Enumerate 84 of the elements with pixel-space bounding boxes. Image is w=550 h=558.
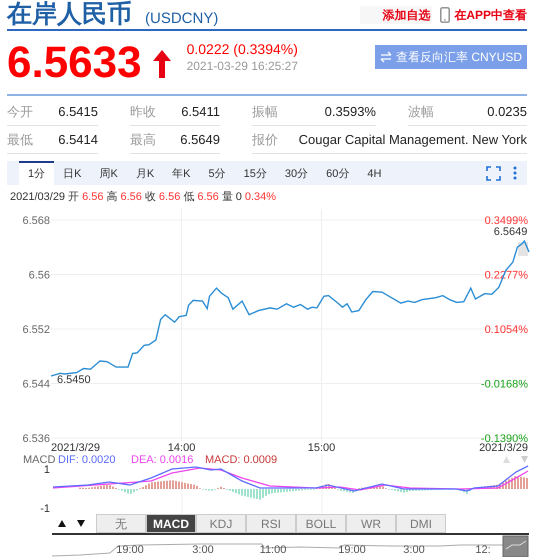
stat-label: 最高 <box>130 130 156 149</box>
period-tab[interactable]: 30分 <box>276 161 318 185</box>
y-axis-label: 6.56 <box>28 270 50 282</box>
fullscreen-icon <box>486 166 501 180</box>
stat-value: 6.5649 <box>180 130 220 149</box>
down-triangle-icon <box>76 520 84 527</box>
navigator-time-label: 19:00 <box>338 544 366 556</box>
stat-label: 波幅 <box>408 102 434 121</box>
stat-label: 昨收 <box>130 102 156 121</box>
indicator-tab[interactable]: KDJ <box>196 514 246 533</box>
y-axis-label: 6.568 <box>22 215 50 227</box>
period-tab[interactable]: 4H <box>358 161 390 185</box>
period-tab[interactable]: 1分 <box>19 161 54 185</box>
ohlc-label: 开 <box>68 190 80 205</box>
period-tab[interactable]: 日K <box>54 161 90 185</box>
ohlc-value: 6.56 <box>197 190 219 205</box>
action-link[interactable]: 在APP中查看 <box>440 6 527 24</box>
more-icon <box>513 166 517 180</box>
stat-value: 0.0235 <box>487 102 527 121</box>
legend-item: DIF: 0.0020 <box>58 454 116 466</box>
stat-label: 今开 <box>7 102 33 121</box>
x-axis-label: 15:00 <box>308 442 336 453</box>
up-triangle-icon <box>58 520 66 527</box>
macd-label: MACD <box>23 454 56 466</box>
arrow-up-icon <box>152 49 172 79</box>
ohlc-value: 6.56 <box>158 190 180 205</box>
range-handle[interactable] <box>502 536 528 557</box>
percent-axis-label: -0.0168% <box>480 378 528 390</box>
stat-label: 最低 <box>7 130 33 149</box>
y-axis-label: 6.536 <box>22 433 50 445</box>
navigator-time-label: 11:00 <box>260 544 286 556</box>
legend-item: DEA: 0.0016 <box>131 454 194 466</box>
period-tab[interactable]: 周K <box>90 161 127 185</box>
ohlc-label: 高 <box>106 190 118 205</box>
y-axis-label: 1 <box>44 464 50 476</box>
stat-value: 6.5415 <box>58 102 98 121</box>
ohlc-label: 量 <box>222 190 233 205</box>
percent-axis-label: 0.1054% <box>484 324 528 336</box>
symbol-code: (USDCNY) <box>145 11 218 26</box>
indicator-tab[interactable]: 无 <box>96 514 146 533</box>
navigator-time-label: 19:00 <box>116 544 144 556</box>
stat-value: 6.5411 <box>181 102 220 121</box>
period-tab[interactable]: 60分 <box>317 161 358 185</box>
ohlc-change: 0.34% <box>244 190 276 205</box>
y-axis-label: 6.552 <box>22 324 50 336</box>
price-value: 6.5633 <box>7 41 142 85</box>
stat-label: 振幅 <box>252 102 278 121</box>
phone-icon <box>440 7 450 23</box>
indicator-tab[interactable]: BOLL <box>296 514 346 533</box>
x-axis-label: 2021/3/29 <box>479 442 528 453</box>
period-tab[interactable]: 年K <box>163 161 200 185</box>
swap-icon <box>380 51 392 63</box>
ohlc-value: 6.56 <box>120 190 142 205</box>
indicator-tab[interactable]: DMI <box>396 514 446 533</box>
ohlc-value: 6.56 <box>82 190 104 205</box>
page-title: 在岸人民币 <box>7 2 132 27</box>
action-link[interactable]: 添加自选 <box>360 6 432 24</box>
stat-label: 报价 <box>252 130 278 149</box>
y-axis-label: -1 <box>40 503 50 513</box>
stat-value: 0.3593% <box>324 102 376 121</box>
period-tab[interactable]: 月K <box>126 161 164 185</box>
price-annotation: 6.5649 <box>494 226 528 238</box>
legend-item: MACD: 0.0009 <box>205 454 278 466</box>
ohlc-date: 2021/03/29 <box>10 190 66 205</box>
navigator-time-label: 12: <box>475 544 491 556</box>
stat-value: Cougar Capital Management. New York <box>298 130 527 149</box>
indicator-tab[interactable]: WR <box>346 514 396 533</box>
navigator-time-label: 3:00 <box>192 544 214 556</box>
ohlc-label: 低 <box>183 190 194 205</box>
percent-axis-label: 0.3499% <box>484 215 528 227</box>
x-axis-label: 2021/3/29 <box>51 442 100 453</box>
price-change: 0.0222 (0.3394%) <box>186 41 298 58</box>
navigator-time-label: 3:00 <box>403 544 425 556</box>
period-tab[interactable]: 5分 <box>200 161 235 185</box>
price-annotation: 6.5450 <box>57 374 91 386</box>
period-tab[interactable]: 15分 <box>234 161 276 185</box>
y-axis-label: 6.544 <box>22 378 50 390</box>
indicator-tab[interactable]: RSI <box>246 514 296 533</box>
x-axis-label: 14:00 <box>168 442 196 453</box>
ohlc-value: 0 <box>236 190 242 205</box>
indicator-tab[interactable]: MACD <box>146 514 196 533</box>
ohlc-label: 收 <box>144 190 156 205</box>
quote-time: 2021-03-29 16:25:27 <box>186 58 298 74</box>
stat-value: 6.5414 <box>58 130 98 149</box>
